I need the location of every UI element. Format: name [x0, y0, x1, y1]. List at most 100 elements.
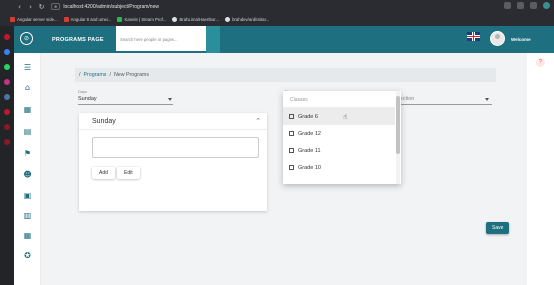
bookmark-label: Angular server side...	[17, 16, 58, 22]
checkbox-icon[interactable]	[289, 131, 294, 136]
search-box[interactable]	[116, 26, 206, 53]
day-card-header[interactable]: Sunday ⌃	[79, 113, 267, 130]
calendar-event-icon[interactable]: ▦	[23, 231, 32, 240]
breadcrumb-current: New Programs	[113, 72, 149, 78]
right-panel: ?	[527, 53, 554, 285]
app-window: ⊘ PROGRAMS PAGE Welcome ☰ ⌂ ▦ ▤ ⚑ ☻ ▣ ▥ …	[14, 26, 554, 285]
section-dropdown-icon[interactable]	[485, 98, 489, 101]
dropdown-scrollbar[interactable]	[396, 91, 400, 184]
side-navigation: ☰ ⌂ ▦ ▤ ⚑ ☻ ▣ ▥ ▦ ✪	[14, 53, 41, 285]
bookmark-label: BrahLima/Haertbor...	[179, 16, 220, 22]
bookmarks-bar: Angular server side... Angular 8 and ume…	[10, 14, 269, 24]
github-icon	[225, 16, 231, 22]
day-text-field[interactable]	[92, 137, 259, 158]
history-icon[interactable]	[530, 2, 537, 9]
whatsapp-icon[interactable]	[4, 64, 10, 70]
scrollbar-thumb[interactable]	[396, 96, 400, 154]
downloads-icon[interactable]	[517, 2, 524, 9]
opera-icon[interactable]	[4, 34, 10, 40]
instagram-icon[interactable]	[4, 79, 10, 85]
extensions-icon[interactable]	[504, 2, 511, 9]
classes-search-placeholder: Classes	[290, 97, 308, 103]
main-content: / Programs / New Programs Days Sunday Cl…	[41, 53, 527, 285]
days-select-underline	[78, 104, 173, 105]
speed-dial-icon[interactable]	[4, 109, 10, 115]
bookmark-item[interactable]: Angular server side...	[10, 16, 58, 22]
history-sidebar-icon[interactable]	[4, 124, 10, 130]
bookmark-icon	[117, 16, 123, 22]
days-select-value[interactable]: Sunday	[78, 96, 97, 102]
browser-sidebar	[0, 26, 14, 285]
award-icon[interactable]: ✪	[23, 251, 32, 260]
breadcrumb: / Programs / New Programs	[75, 68, 496, 82]
search-button[interactable]	[206, 26, 220, 53]
top-bar: ⊘ PROGRAMS PAGE Welcome	[14, 26, 554, 53]
option-label: Grade 6	[298, 113, 318, 120]
checkbox-icon[interactable]	[289, 114, 294, 119]
classroom-icon[interactable]: ▣	[23, 191, 32, 200]
secure-badge: ⊕	[51, 3, 61, 10]
edit-button[interactable]: Edit	[117, 167, 140, 179]
bookmark-label: Angular 8 and umei...	[70, 16, 112, 22]
menu-icon[interactable]: ☰	[23, 63, 32, 72]
url-text: localhost:4200/admin/subject/Program/new	[63, 3, 159, 10]
settings-sidebar-icon[interactable]	[4, 139, 10, 145]
breadcrumb-separator: /	[109, 72, 111, 78]
search-input[interactable]	[120, 37, 204, 42]
vk-icon[interactable]	[4, 94, 10, 100]
assignment-icon[interactable]: ▥	[23, 211, 32, 220]
classes-option[interactable]: Grade 11	[283, 142, 395, 159]
schedule-icon[interactable]: ▤	[23, 127, 32, 136]
section-select-underline	[396, 104, 492, 105]
bookmark-icon	[10, 16, 15, 22]
days-dropdown-icon[interactable]	[168, 98, 172, 101]
bookmark-label: Kanele | Steam Prof...	[124, 16, 167, 22]
bookmark-item[interactable]: Angular 8 and umei...	[63, 16, 112, 22]
teacher-icon[interactable]: ⚑	[23, 149, 32, 158]
messenger-icon[interactable]	[4, 49, 10, 55]
classes-search-field[interactable]: Classes	[283, 91, 395, 108]
classes-dropdown-panel: Classes Grade 6 Grade 12 Grade 11 Grade …	[283, 91, 401, 184]
days-label: Days	[78, 89, 88, 94]
add-button[interactable]: Add	[92, 167, 115, 179]
collapse-icon[interactable]: ⌃	[255, 117, 261, 125]
checkbox-icon[interactable]	[289, 165, 294, 170]
bookmark-item[interactable]: BrahLima/Haertbor...	[172, 16, 220, 22]
mouse-cursor-icon: ☝	[343, 113, 348, 121]
day-card: Sunday ⌃ Add Edit	[79, 113, 267, 211]
user-avatar[interactable]	[490, 31, 505, 46]
github-icon	[172, 16, 178, 22]
flag-cross-horizontal	[467, 36, 480, 37]
bookmark-icon	[63, 16, 69, 22]
address-bar[interactable]: ⊕ localhost:4200/admin/subject/Program/n…	[51, 2, 451, 11]
calendar-icon[interactable]: ▦	[23, 105, 32, 114]
option-label: Grade 11	[298, 147, 321, 154]
browser-chrome: ‹ › ↻ ⊕ localhost:4200/admin/subject/Pro…	[0, 0, 554, 26]
day-card-title: Sunday	[92, 118, 116, 125]
breadcrumb-separator: /	[79, 72, 81, 78]
logo-icon[interactable]: ⊘	[20, 32, 33, 45]
address-row: ‹ › ↻ ⊕ localhost:4200/admin/subject/Pro…	[0, 0, 554, 13]
classes-option[interactable]: Grade 6	[283, 108, 395, 125]
save-button[interactable]: Save	[486, 222, 509, 234]
checkbox-icon[interactable]	[289, 148, 294, 153]
browser-account-icon[interactable]	[543, 2, 550, 9]
option-label: Grade 12	[298, 130, 321, 137]
classes-option[interactable]: Grade 10	[283, 159, 395, 176]
forward-icon[interactable]: ›	[25, 3, 36, 11]
reload-icon[interactable]: ↻	[36, 3, 47, 11]
bookmark-item[interactable]: Kanele | Steam Prof...	[117, 16, 167, 22]
people-icon[interactable]: ☻	[23, 170, 32, 179]
help-icon[interactable]: ?	[536, 58, 545, 67]
page-title: PROGRAMS PAGE	[52, 37, 104, 43]
classes-option[interactable]: Grade 12	[283, 125, 395, 142]
breadcrumb-programs-link[interactable]: Programs	[83, 72, 106, 78]
bookmark-item[interactable]: brahdev/anilimitar...	[225, 16, 270, 22]
bookmark-label: brahdev/anilimitar...	[232, 16, 270, 22]
home-icon[interactable]: ⌂	[23, 83, 32, 92]
welcome-text: Welcome	[511, 37, 531, 42]
back-icon[interactable]: ‹	[14, 3, 25, 11]
english-flag-icon[interactable]	[467, 32, 480, 41]
option-label: Grade 10	[298, 164, 321, 171]
browser-actions	[504, 2, 550, 9]
